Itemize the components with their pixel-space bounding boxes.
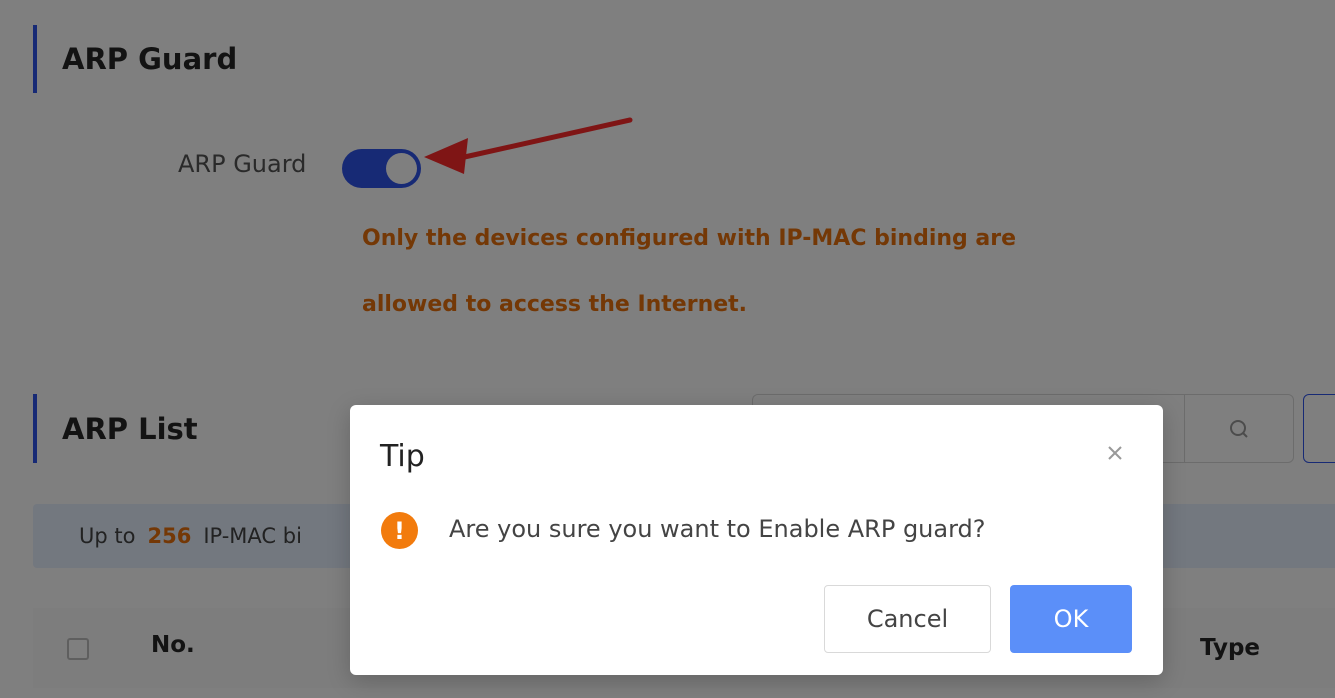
close-icon[interactable] bbox=[1102, 440, 1128, 466]
ok-button[interactable]: OK bbox=[1010, 585, 1132, 653]
cancel-button[interactable]: Cancel bbox=[824, 585, 991, 653]
dialog-message: Are you sure you want to Enable ARP guar… bbox=[449, 515, 986, 543]
confirm-dialog: Tip ! Are you sure you want to Enable AR… bbox=[350, 405, 1163, 675]
dialog-title: Tip bbox=[380, 439, 425, 474]
exclamation-circle-icon: ! bbox=[381, 512, 418, 549]
